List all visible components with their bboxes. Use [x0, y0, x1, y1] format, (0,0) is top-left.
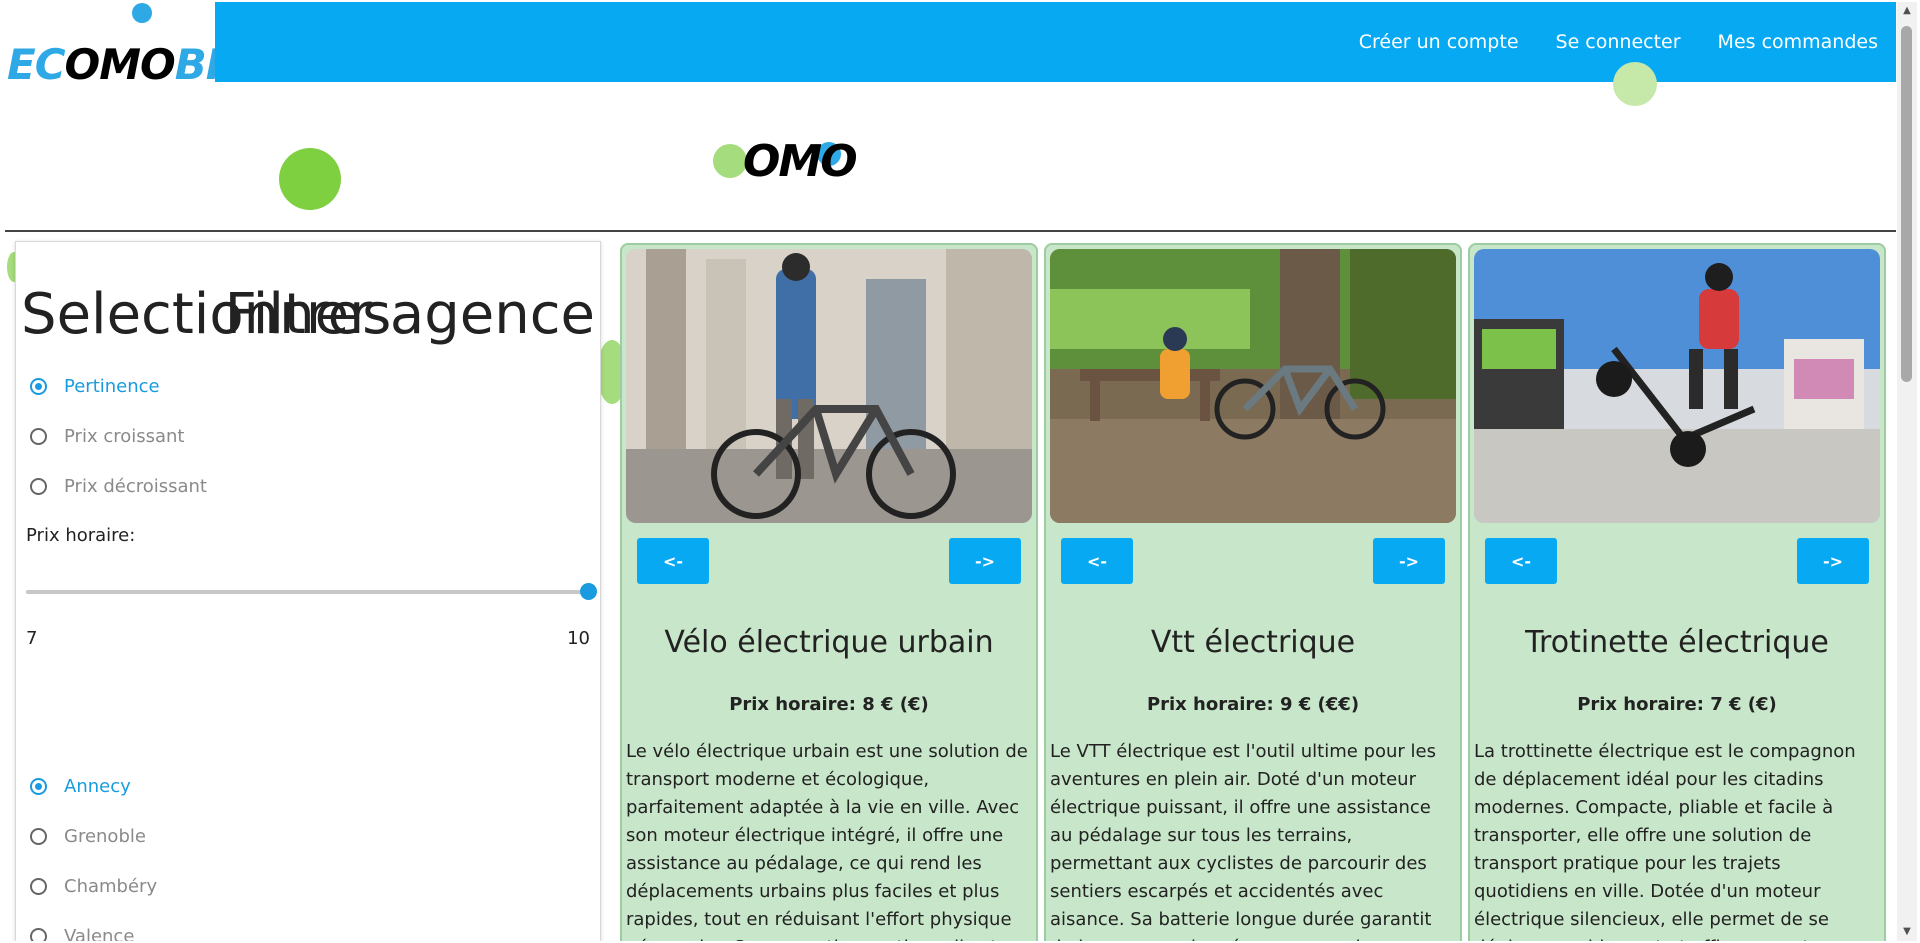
next-image-button[interactable]: ->	[1797, 538, 1869, 584]
agency-option-grenoble[interactable]: Grenoble	[30, 826, 146, 847]
scroll-down-arrow-icon[interactable]: ▼	[1897, 923, 1917, 941]
browser-page: ECOMOBIL Créer un compte Se connecter Me…	[5, 2, 1896, 941]
nav-create-account[interactable]: Créer un compte	[1359, 31, 1519, 53]
price-slider-label: Prix horaire:	[26, 525, 136, 546]
sort-option-label: Pertinence	[64, 376, 160, 397]
radio-button[interactable]	[30, 878, 47, 895]
top-navbar: ECOMOBIL Créer un compte Se connecter Me…	[5, 2, 1896, 82]
radio-button[interactable]	[30, 828, 47, 845]
radio-button[interactable]	[30, 778, 47, 795]
prev-image-button[interactable]: <-	[1485, 538, 1557, 584]
sort-option-relevance[interactable]: Pertinence	[30, 376, 160, 397]
nav-login[interactable]: Se connecter	[1556, 31, 1681, 53]
product-card: <- -> Vélo électrique urbain Prix horair…	[620, 243, 1038, 941]
agency-option-annecy[interactable]: Annecy	[30, 776, 131, 797]
radio-button[interactable]	[30, 428, 47, 445]
filters-panel: Filtres Pertinence Prix croissant Prix d…	[15, 241, 601, 941]
radio-button[interactable]	[30, 478, 47, 495]
radio-button[interactable]	[30, 928, 47, 941]
slider-min-value: 7	[26, 628, 38, 649]
next-image-button[interactable]: ->	[1373, 538, 1445, 584]
product-card: <- -> Trotinette électrique Prix horaire…	[1468, 243, 1886, 941]
agency-title: Selectionner agence	[21, 282, 595, 347]
agency-option-label: Annecy	[64, 776, 131, 797]
urban-ebike-photo	[626, 249, 1032, 523]
vertical-scrollbar[interactable]: ▲ ▼	[1897, 2, 1917, 941]
banner-omo-logo: OMO	[743, 136, 858, 187]
next-image-button[interactable]: ->	[949, 538, 1021, 584]
product-photo	[1474, 249, 1880, 523]
product-card: <- -> Vtt électrique Prix horaire: 9 € (…	[1044, 243, 1462, 941]
hero-banner: OMO	[5, 62, 1896, 232]
product-price: Prix horaire: 9 € (€€)	[1146, 694, 1360, 715]
agency-option-label: Valence	[64, 926, 135, 941]
product-title: Vélo électrique urbain	[664, 625, 994, 660]
scrollbar-thumb[interactable]	[1901, 26, 1912, 382]
agency-option-label: Chambéry	[64, 876, 158, 897]
product-photo	[1050, 249, 1456, 523]
logo-part-ec: EC	[7, 40, 66, 82]
decor-circle	[1613, 62, 1657, 106]
sort-option-label: Prix décroissant	[64, 476, 207, 497]
electric-scooter-photo	[1474, 249, 1880, 523]
ecomobil-logo[interactable]: ECOMOBIL	[5, 2, 215, 82]
price-slider[interactable]	[26, 583, 597, 600]
agency-option-valence[interactable]: Valence	[30, 926, 134, 941]
product-description: Le vélo électrique urbain est une soluti…	[626, 741, 1028, 941]
nav-my-orders[interactable]: Mes commandes	[1718, 31, 1878, 53]
decor-circle	[279, 148, 341, 210]
decor-circle	[713, 144, 747, 178]
radio-button[interactable]	[30, 378, 47, 395]
agency-option-chambery[interactable]: Chambéry	[30, 876, 157, 897]
logo-part-omo: OMO	[64, 40, 176, 82]
logo-dot	[132, 3, 152, 23]
product-description: La trottinette électrique est le compagn…	[1474, 741, 1856, 941]
mountain-ebike-photo	[1050, 249, 1456, 523]
logo-text: ECOMOBIL	[7, 40, 215, 82]
product-price: Prix horaire: 7 € (€)	[1577, 694, 1777, 715]
product-price: Prix horaire: 8 € (€)	[729, 694, 929, 715]
product-title: Trotinette électrique	[1525, 625, 1829, 660]
scroll-up-arrow-icon[interactable]: ▲	[1897, 2, 1917, 20]
slider-max-value: 10	[567, 628, 590, 649]
prev-image-button[interactable]: <-	[637, 538, 709, 584]
product-photo	[626, 249, 1032, 523]
product-title: Vtt électrique	[1150, 625, 1356, 660]
sort-option-label: Prix croissant	[64, 426, 185, 447]
prev-image-button[interactable]: <-	[1061, 538, 1133, 584]
slider-thumb[interactable]	[580, 583, 597, 600]
product-description: Le VTT électrique est l'outil ultime pou…	[1050, 741, 1436, 941]
logo-part-bil: BIL	[174, 40, 215, 82]
sort-option-price-asc[interactable]: Prix croissant	[30, 426, 184, 447]
slider-fill	[26, 590, 588, 594]
agency-option-label: Grenoble	[64, 826, 146, 847]
sort-option-price-desc[interactable]: Prix décroissant	[30, 476, 207, 497]
